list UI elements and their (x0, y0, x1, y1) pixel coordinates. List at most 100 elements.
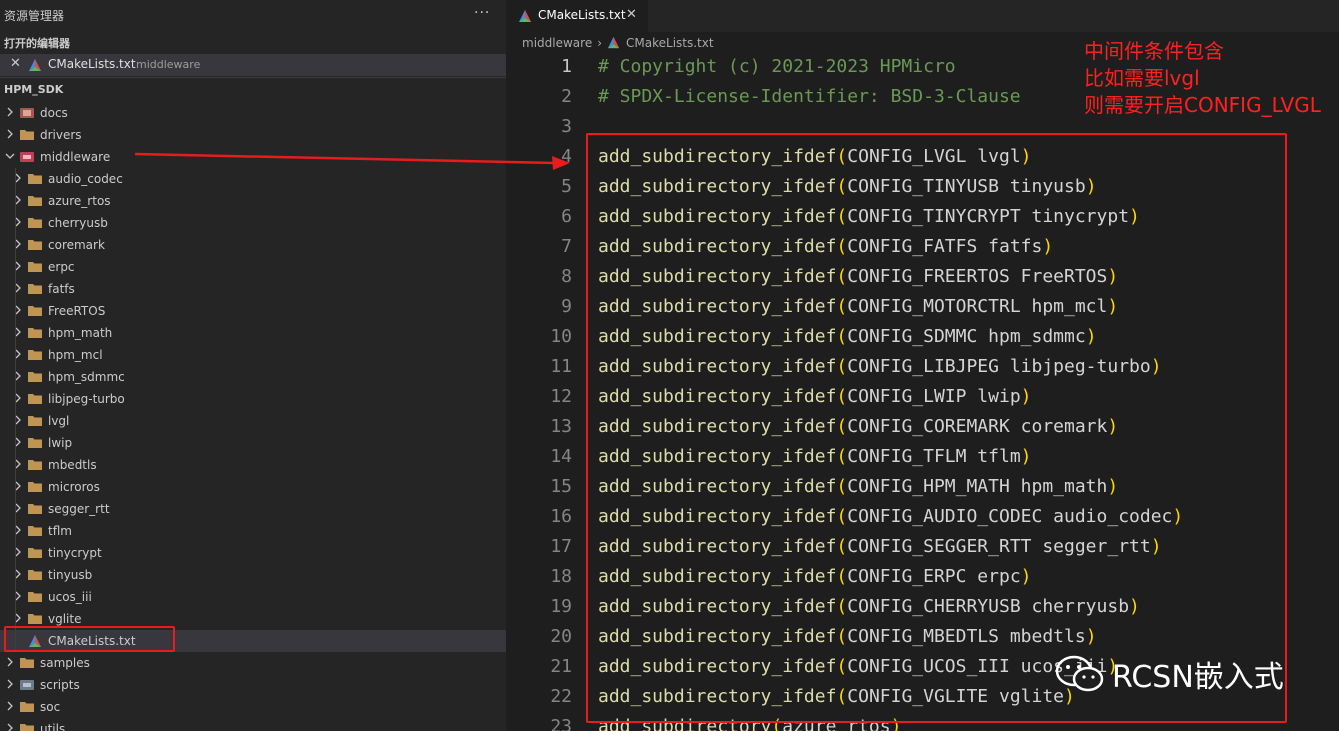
chevron-right-icon[interactable] (4, 722, 16, 731)
indent-guide (15, 168, 16, 652)
tree-item-label: docs (40, 106, 68, 120)
chevron-right-icon[interactable] (12, 458, 24, 470)
line-number: 21 (550, 656, 572, 677)
folder-item[interactable]: azure_rtos (0, 190, 506, 212)
folder-item[interactable]: ucos_iii (0, 586, 506, 608)
open-editor-dir: middleware (136, 58, 201, 71)
code-comment: # Copyright (c) 2021-2023 HPMicro (598, 56, 956, 77)
folder-icon (28, 262, 42, 272)
folder-icon (28, 218, 42, 228)
close-icon[interactable]: ✕ (10, 56, 21, 71)
chevron-right-icon[interactable] (12, 414, 24, 426)
folder-icon (28, 482, 42, 492)
folder-item[interactable]: docs (0, 102, 506, 124)
folder-item[interactable]: lwip (0, 432, 506, 454)
line-number: 19 (550, 596, 572, 617)
close-icon[interactable]: ✕ (626, 7, 637, 22)
chevron-right-icon[interactable] (4, 128, 16, 140)
folder-item[interactable]: hpm_math (0, 322, 506, 344)
line-number: 11 (550, 356, 572, 377)
chevron-right-icon[interactable] (12, 304, 24, 316)
line-number: 20 (550, 626, 572, 647)
folder-item[interactable]: tinycrypt (0, 542, 506, 564)
folder-item[interactable]: utils (0, 718, 506, 731)
folder-item[interactable]: hpm_sdmmc (0, 366, 506, 388)
explorer-title: 资源管理器 (4, 9, 65, 23)
chevron-right-icon[interactable] (12, 326, 24, 338)
folder-item[interactable]: FreeRTOS (0, 300, 506, 322)
chevron-right-icon[interactable] (12, 568, 24, 580)
folder-icon (28, 372, 42, 382)
line-number: 13 (550, 416, 572, 437)
code-line[interactable]: # Copyright (c) 2021-2023 HPMicro (598, 56, 956, 77)
folder-item[interactable]: tflm (0, 520, 506, 542)
folder-icon (28, 526, 42, 536)
code-line[interactable]: # SPDX-License-Identifier: BSD-3-Clause (598, 86, 1021, 107)
chevron-right-icon[interactable] (12, 194, 24, 206)
folder-item[interactable]: tinyusb (0, 564, 506, 586)
chevron-right-icon[interactable] (12, 238, 24, 250)
folder-item[interactable]: coremark (0, 234, 506, 256)
tab-bar: CMakeLists.txt ✕ (506, 0, 1339, 32)
folder-item[interactable]: soc (0, 696, 506, 718)
chevron-right-icon[interactable] (12, 370, 24, 382)
folder-item[interactable]: lvgl (0, 410, 506, 432)
folder-item[interactable]: fatfs (0, 278, 506, 300)
chevron-right-icon[interactable] (12, 282, 24, 294)
line-number: 5 (561, 176, 572, 197)
code-comment: # SPDX-License-Identifier: BSD-3-Clause (598, 86, 1021, 107)
breadcrumb-dir[interactable]: middleware (522, 36, 592, 50)
open-editor-item[interactable]: ✕ CMakeLists.txt middleware (0, 54, 506, 76)
chevron-right-icon[interactable] (12, 392, 24, 404)
chevron-right-icon[interactable] (12, 172, 24, 184)
chevron-right-icon[interactable] (12, 480, 24, 492)
folder-icon (20, 108, 34, 118)
open-editors-header[interactable]: 打开的编辑器 (4, 35, 70, 51)
folder-item[interactable]: samples (0, 652, 506, 674)
folder-item[interactable]: audio_codec (0, 168, 506, 190)
chevron-right-icon[interactable] (12, 590, 24, 602)
chevron-down-icon[interactable] (4, 150, 16, 162)
folder-item[interactable]: mbedtls (0, 454, 506, 476)
highlight-box-code (586, 133, 1287, 723)
folder-item[interactable]: erpc (0, 256, 506, 278)
folder-item[interactable]: segger_rtt (0, 498, 506, 520)
tab-label: CMakeLists.txt (538, 8, 626, 22)
explorer-sidebar: 资源管理器 ··· 打开的编辑器 ✕ CMakeLists.txt middle… (0, 0, 506, 731)
chevron-right-icon[interactable] (12, 612, 24, 624)
folder-item[interactable]: drivers (0, 124, 506, 146)
tab-cmakelists[interactable]: CMakeLists.txt ✕ (506, 0, 648, 32)
more-actions-button[interactable]: ··· (474, 5, 490, 21)
folder-icon (28, 592, 42, 602)
chevron-right-icon[interactable] (12, 436, 24, 448)
folder-icon (28, 196, 42, 206)
chevron-right-icon[interactable] (12, 546, 24, 558)
folder-item[interactable]: scripts (0, 674, 506, 696)
folder-icon (20, 680, 34, 690)
chevron-right-icon[interactable] (4, 678, 16, 690)
folder-icon (28, 614, 42, 624)
workspace-header[interactable]: HPM_SDK (0, 77, 506, 100)
breadcrumb-file[interactable]: CMakeLists.txt (626, 36, 714, 50)
folder-icon (28, 548, 42, 558)
chevron-right-icon[interactable] (12, 502, 24, 514)
annotation-text: 中间件条件包含 比如需要lvgl 则需要开启CONFIG_LVGL (1084, 38, 1321, 119)
chevron-right-icon[interactable] (4, 106, 16, 118)
chevron-right-icon[interactable] (12, 260, 24, 272)
chevron-right-icon[interactable] (4, 700, 16, 712)
chevron-right-icon[interactable] (4, 656, 16, 668)
breadcrumb: middleware › CMakeLists.txt (522, 36, 714, 52)
tree-item-label: tinycrypt (48, 546, 102, 560)
chevron-right-icon[interactable] (12, 216, 24, 228)
annotation-line: 比如需要lvgl (1084, 66, 1200, 90)
chevron-right-icon[interactable] (12, 524, 24, 536)
folder-item[interactable]: cherryusb (0, 212, 506, 234)
folder-item[interactable]: middleware (0, 146, 506, 168)
folder-icon (28, 504, 42, 514)
folder-icon (28, 350, 42, 360)
folder-item[interactable]: libjpeg-turbo (0, 388, 506, 410)
chevron-right-icon[interactable] (12, 348, 24, 360)
folder-item[interactable]: microros (0, 476, 506, 498)
folder-icon (28, 306, 42, 316)
folder-item[interactable]: hpm_mcl (0, 344, 506, 366)
